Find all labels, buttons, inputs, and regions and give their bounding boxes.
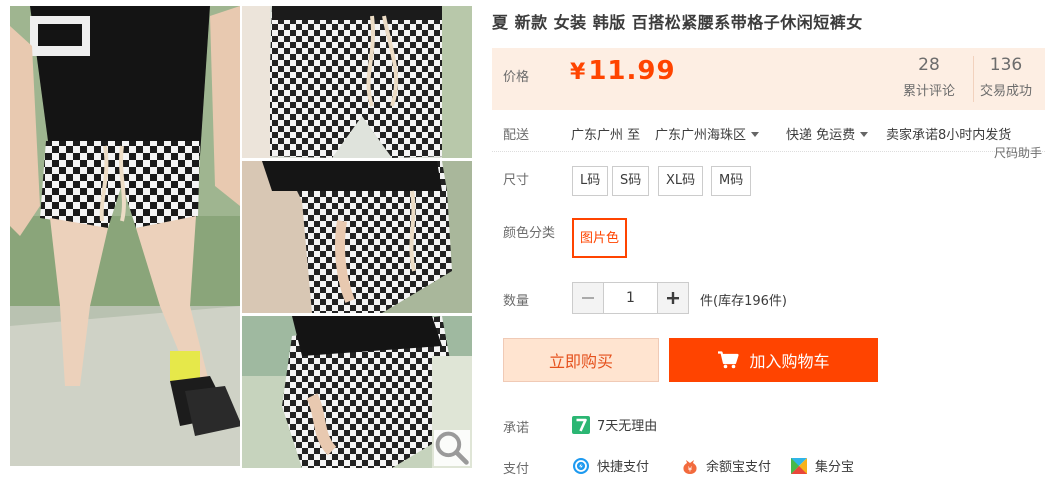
size-label: 尺寸: [503, 173, 530, 188]
color-label: 颜色分类: [503, 226, 556, 241]
size-helper-link[interactable]: 尺码助手: [994, 144, 1042, 161]
shipping-method: 快递 免运费: [786, 128, 856, 143]
quick-pay-label: 快捷支付: [597, 460, 650, 475]
quantity-label: 数量: [503, 294, 530, 309]
yuebao-icon: ¥: [681, 457, 699, 475]
payment-row: 支付 快捷支付 ¥ 余额宝支付 集分宝: [492, 456, 1045, 480]
seven-day-return-label: 7天无理由: [597, 419, 658, 434]
quantity-input[interactable]: 1: [604, 282, 657, 314]
delivery-destination-select[interactable]: 广东广州海珠区: [655, 124, 760, 143]
yuebao-pay-label: 余额宝支付: [706, 460, 772, 475]
buy-now-label: 立即购买: [548, 352, 613, 371]
seven-days-icon: [572, 415, 590, 434]
decrease-quantity-button[interactable]: [572, 282, 604, 314]
product-photo-detail-3[interactable]: [242, 316, 472, 468]
stock-count: 件(库存196件): [700, 294, 787, 309]
delivery-label: 配送: [503, 128, 530, 143]
promise-row: 承诺 7天无理由: [492, 415, 1045, 439]
svg-text:¥: ¥: [688, 465, 693, 473]
price-amount: 11.99: [588, 56, 676, 86]
delivery-promise: 卖家承诺8小时内发货: [886, 128, 1012, 143]
price-value: ¥11.99: [570, 56, 676, 86]
chevron-down-icon: [860, 132, 869, 137]
promise-label: 承诺: [503, 421, 530, 436]
deals-count: 136: [989, 55, 1023, 75]
size-option-m[interactable]: M码: [711, 166, 752, 196]
comments-stat[interactable]: 28 累计评论: [894, 56, 964, 99]
product-photo-detail-1[interactable]: [242, 6, 472, 158]
quick-pay-item[interactable]: 快捷支付: [572, 456, 649, 475]
price-label: 价格: [503, 70, 530, 85]
main-photo-art: [10, 6, 240, 466]
size-option-l[interactable]: L码: [572, 166, 609, 196]
seven-day-return-item[interactable]: 7天无理由: [572, 415, 657, 434]
plus-icon: [667, 292, 679, 304]
quick-pay-icon: [572, 457, 590, 475]
price-box: 价格 ¥11.99 28 累计评论 136 交易成功: [492, 48, 1045, 110]
comments-count: 28: [918, 55, 940, 75]
deals-label: 交易成功: [979, 84, 1032, 99]
zoom-button[interactable]: [434, 430, 470, 466]
main-product-photo[interactable]: [10, 6, 240, 466]
delivery-destination: 广东广州海珠区: [655, 128, 747, 143]
color-option-selected[interactable]: 图片色: [572, 218, 628, 258]
jifenbao-pay-item[interactable]: 集分宝: [790, 456, 854, 475]
yuebao-pay-item[interactable]: ¥ 余额宝支付: [681, 456, 771, 475]
comments-label: 累计评论: [902, 84, 955, 99]
jifenbao-pay-label: 集分宝: [815, 460, 855, 475]
size-option-xl[interactable]: XL码: [658, 166, 704, 196]
cart-icon: [718, 351, 740, 369]
increase-quantity-button[interactable]: [657, 282, 689, 314]
quantity-stepper: 数量 1 件(库存196件): [492, 282, 1045, 316]
product-info-panel: 夏 新款 女装 韩版 百搭松紧腰系带格子休闲短裤女 价格 ¥11.99 28 累…: [492, 0, 1046, 482]
product-title: 夏 新款 女装 韩版 百搭松紧腰系带格子休闲短裤女: [492, 13, 863, 32]
currency-symbol: ¥: [570, 60, 586, 85]
color-selector: 颜色分类 图片色: [492, 218, 1045, 262]
buy-now-button[interactable]: 立即购买: [503, 338, 659, 382]
product-photo-detail-2[interactable]: [242, 161, 472, 313]
payment-label: 支付: [503, 462, 530, 477]
detail-photo-2-art: [242, 161, 472, 313]
add-to-cart-label: 加入购物车: [749, 352, 830, 371]
deals-stat: 136 交易成功: [973, 56, 1035, 102]
jifenbao-icon: [790, 457, 808, 475]
size-option-s[interactable]: S码: [612, 166, 650, 196]
magnifier-icon: [435, 431, 469, 465]
product-gallery: [10, 6, 472, 468]
delivery-row: 配送 广东广州 至 广东广州海珠区 快递 免运费 卖家承诺8小时内发货: [492, 120, 1045, 152]
size-selector: 尺寸 L码 S码 XL码 M码: [492, 163, 1045, 203]
minus-icon: [582, 297, 594, 299]
detail-photo-1-art: [242, 6, 472, 158]
add-to-cart-button[interactable]: 加入购物车: [669, 338, 878, 382]
chevron-down-icon: [751, 132, 760, 137]
delivery-origin: 广东广州 至: [571, 128, 641, 143]
shipping-method-select[interactable]: 快递 免运费: [786, 124, 869, 143]
